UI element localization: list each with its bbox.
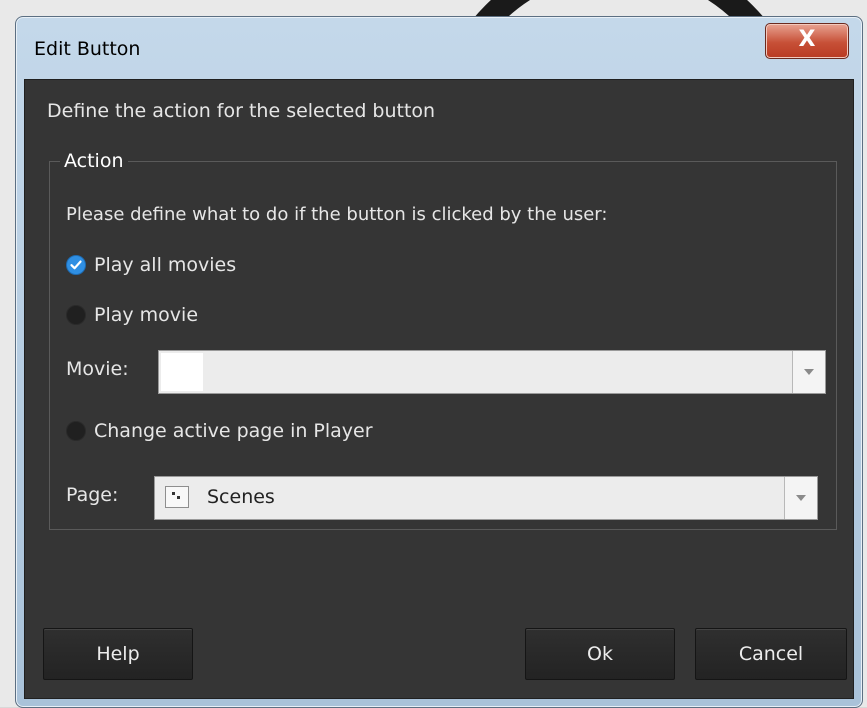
option-play-all-movies[interactable]: Play all movies [66,250,236,280]
action-legend: Action [64,150,124,172]
page-label: Page: [66,484,119,506]
close-icon: X [798,27,816,52]
movie-dropdown[interactable] [158,350,826,394]
action-group: Action Please define what to do if the b… [49,150,837,530]
ok-button[interactable]: Ok [525,628,675,680]
chevron-down-icon[interactable] [784,477,817,519]
option-label: Change active page in Player [94,420,373,442]
movie-label: Movie: [66,358,129,380]
option-label: Play all movies [94,254,237,276]
option-change-active-page[interactable]: Change active page in Player [66,416,373,446]
option-play-movie[interactable]: Play movie [66,300,198,330]
edit-button-dialog: Edit Button X Define the action for the … [15,16,863,708]
dialog-body: Define the action for the selected butto… [24,79,854,699]
movie-value-area [161,353,203,391]
option-label: Play movie [94,304,199,326]
help-button[interactable]: Help [43,628,193,680]
radio-checked-icon[interactable] [66,255,86,275]
action-instruction: Please define what to do if the button i… [66,204,608,225]
title-bar[interactable]: Edit Button X [16,17,862,79]
window-title: Edit Button [34,38,141,60]
chevron-down-icon[interactable] [792,351,825,393]
radio-unchecked-icon[interactable] [66,421,86,441]
page-dropdown[interactable]: Scenes [154,476,818,520]
close-button[interactable]: X [765,23,849,59]
dialog-subtitle: Define the action for the selected butto… [47,100,436,122]
page-icon [165,486,189,508]
cancel-button[interactable]: Cancel [695,628,847,680]
radio-unchecked-icon[interactable] [66,305,86,325]
page-value: Scenes [207,486,275,508]
